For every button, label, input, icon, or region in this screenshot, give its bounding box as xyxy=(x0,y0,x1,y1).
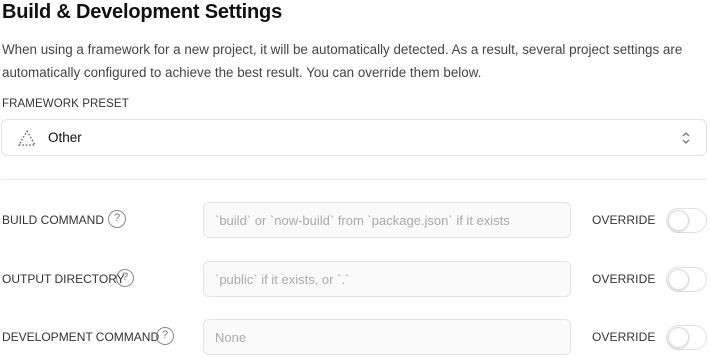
build-command-override-toggle[interactable] xyxy=(666,208,707,233)
framework-preset-label: FRAMEWORK PRESET xyxy=(2,98,129,110)
development-command-override-label: OVERRIDE xyxy=(592,330,656,344)
divider xyxy=(1,179,707,180)
framework-preset-value: Other xyxy=(48,130,82,145)
output-directory-override-label: OVERRIDE xyxy=(592,272,656,286)
build-command-row: BUILD COMMAND ? OVERRIDE xyxy=(0,202,710,238)
toggle-knob xyxy=(668,327,689,348)
help-icon[interactable]: ? xyxy=(108,210,126,228)
toggle-knob xyxy=(668,210,689,231)
help-icon[interactable]: ? xyxy=(156,327,174,345)
development-command-override-toggle[interactable] xyxy=(666,325,707,350)
build-command-label: BUILD COMMAND xyxy=(2,213,105,227)
development-command-label: DEVELOPMENT COMMAND xyxy=(2,330,160,344)
output-directory-override-toggle[interactable] xyxy=(666,267,707,292)
framework-preset-select[interactable]: Other xyxy=(1,119,707,156)
section-description: When using a framework for a new project… xyxy=(2,42,683,80)
build-command-input[interactable] xyxy=(203,202,571,238)
development-command-input[interactable] xyxy=(203,319,571,355)
output-directory-input[interactable] xyxy=(203,261,571,297)
help-icon[interactable]: ? xyxy=(116,269,134,287)
output-directory-row: OUTPUT DIRECTORY ? OVERRIDE xyxy=(0,261,710,297)
section-title: Build & Development Settings xyxy=(2,1,282,23)
triangle-dotted-icon xyxy=(17,129,37,146)
chevron-up-down-icon xyxy=(682,132,690,144)
development-command-row: DEVELOPMENT COMMAND ? OVERRIDE xyxy=(0,319,710,355)
build-command-override-label: OVERRIDE xyxy=(592,213,656,227)
toggle-knob xyxy=(668,269,689,290)
output-directory-label: OUTPUT DIRECTORY xyxy=(2,272,125,286)
